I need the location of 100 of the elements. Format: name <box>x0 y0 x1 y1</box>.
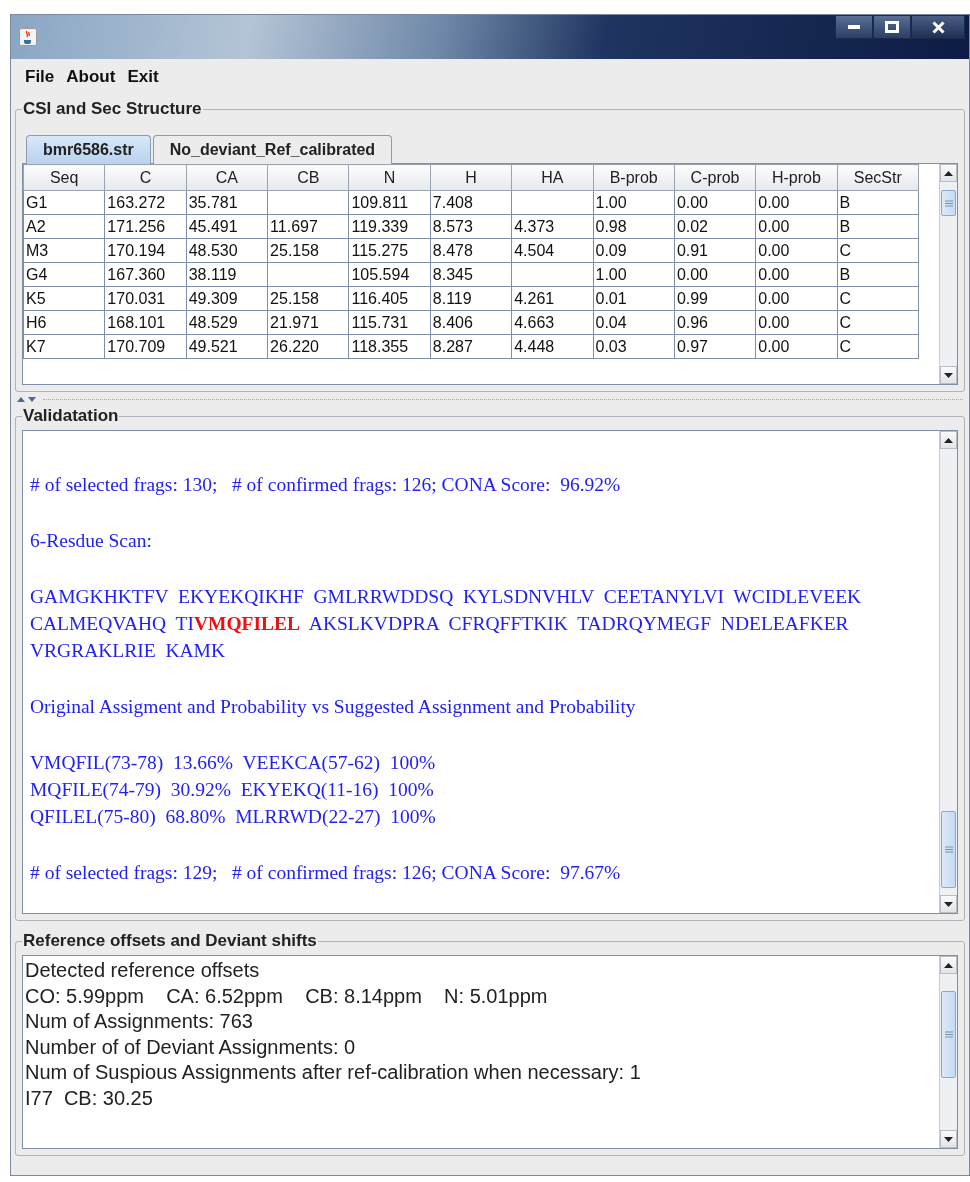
table-cell: 0.00 <box>674 262 756 287</box>
output-text: 6-Resdue Scan: <box>30 529 153 553</box>
up-arrow-icon <box>944 170 953 176</box>
up-arrow-icon <box>944 437 953 443</box>
app-icon <box>19 28 37 46</box>
output-line: Num of Assignments: 763 <box>25 1009 254 1035</box>
column-header[interactable]: Seq <box>23 164 105 191</box>
scrollbar[interactable] <box>939 431 957 913</box>
table-cell: 8.287 <box>430 334 512 359</box>
table-cell: H6 <box>23 310 105 335</box>
table-cell: 4.261 <box>511 286 593 311</box>
column-header[interactable]: CB <box>267 164 349 191</box>
scroll-down-button[interactable] <box>940 895 957 913</box>
table-cell: C <box>837 310 919 335</box>
table-cell: 21.971 <box>267 310 349 335</box>
table-cell: 0.03 <box>593 334 675 359</box>
scrollbar[interactable] <box>939 164 957 384</box>
scrollbar-thumb[interactable] <box>941 190 956 216</box>
table-cell: 0.02 <box>674 214 756 239</box>
minimize-button[interactable] <box>835 15 873 39</box>
table-cell: 8.478 <box>430 238 512 263</box>
tab[interactable]: bmr6586.str <box>26 135 151 164</box>
table-cell: 8.345 <box>430 262 512 287</box>
scroll-down-button[interactable] <box>940 1130 957 1148</box>
table-cell: 0.96 <box>674 310 756 335</box>
table-cell: 49.521 <box>186 334 268 359</box>
table-cell: 45.491 <box>186 214 268 239</box>
menu-item[interactable]: Exit <box>123 65 163 89</box>
table-cell: 0.04 <box>593 310 675 335</box>
table-cell: 0.00 <box>755 214 838 239</box>
scrollbar-thumb[interactable] <box>941 991 956 1078</box>
minimize-icon <box>848 25 860 29</box>
maximize-icon <box>885 21 899 33</box>
scroll-up-button[interactable] <box>940 431 957 449</box>
table-cell: 118.355 <box>348 334 431 359</box>
table-cell: B <box>837 214 919 239</box>
output-line: Number of of Deviant Assignments: 0 <box>25 1034 357 1060</box>
table-cell: 48.530 <box>186 238 268 263</box>
table-cell: 115.275 <box>348 238 431 263</box>
close-button[interactable] <box>911 15 965 39</box>
grip-icon <box>944 846 953 853</box>
output-text: VMQFIL(73-78) 13.66% VEEKCA(57-62) 100% MQFILE(74-79) 30.92% EKYEKQ(11-16) 100% QFILEL(75-80) 68.80% MLRRWD(22-27) 100% <box>30 751 437 829</box>
down-arrow-icon <box>944 1136 953 1142</box>
output-line: Num of Suspious Assignments after ref-calibration when necessary: 1 <box>25 1060 642 1086</box>
table-cell: 25.158 <box>267 286 349 311</box>
table-cell: 8.406 <box>430 310 512 335</box>
column-header[interactable]: C-prob <box>674 164 756 191</box>
table-cell: 0.00 <box>755 334 838 359</box>
column-header[interactable]: HA <box>511 164 593 191</box>
table-cell: B <box>837 262 919 287</box>
column-header[interactable]: SecStr <box>837 164 919 191</box>
table-cell: 170.031 <box>104 286 187 311</box>
split-arrows-icon[interactable] <box>17 395 37 403</box>
down-arrow-icon <box>944 372 953 378</box>
up-arrow-icon <box>944 962 953 968</box>
maximize-button[interactable] <box>873 15 911 39</box>
scrollbar[interactable] <box>939 956 957 1148</box>
table-cell: G4 <box>23 262 105 287</box>
scroll-down-button[interactable] <box>940 366 957 384</box>
table-cell: 167.360 <box>104 262 187 287</box>
table-cell: 7.408 <box>430 190 512 215</box>
output-text: # of selected frags: 129; # of confirmed frags: 126; CONA Score: 97.67% <box>30 861 622 885</box>
down-arrow-icon <box>944 901 953 907</box>
output-line: CO: 5.99ppm CA: 6.52ppm CB: 8.14ppm N: 5.01ppm <box>25 983 549 1009</box>
panel-title: Validatation <box>22 406 120 426</box>
table-cell: 8.119 <box>430 286 512 311</box>
menu-item[interactable]: File <box>21 65 59 89</box>
table-cell: M3 <box>23 238 105 263</box>
column-header[interactable]: H <box>430 164 512 191</box>
table-cell: 0.00 <box>755 286 838 311</box>
column-header[interactable]: CA <box>186 164 268 191</box>
table-cell: 115.731 <box>348 310 431 335</box>
menu-item[interactable]: About <box>62 65 120 89</box>
panel-title: Reference offsets and Deviant shifts <box>22 931 318 951</box>
table-cell: 0.00 <box>755 238 838 263</box>
table-cell: 109.811 <box>348 190 431 215</box>
column-header[interactable]: B-prob <box>593 164 675 191</box>
column-header[interactable]: N <box>348 164 431 191</box>
scroll-up-button[interactable] <box>940 164 957 182</box>
table-cell: B <box>837 190 919 215</box>
column-header[interactable]: H-prob <box>755 164 838 191</box>
table-cell: 11.697 <box>267 214 349 239</box>
grip-icon <box>944 1031 953 1038</box>
table-cell: C <box>837 238 919 263</box>
table-cell: 8.573 <box>430 214 512 239</box>
scrollbar-thumb[interactable] <box>941 811 956 888</box>
table-cell: 0.91 <box>674 238 756 263</box>
output-text: Original Assigment and Probability vs Suggested Assignment and Probability <box>30 695 637 719</box>
table-cell: A2 <box>23 214 105 239</box>
table-cell: 0.98 <box>593 214 675 239</box>
table-cell: 170.194 <box>104 238 187 263</box>
table-cell: 170.709 <box>104 334 187 359</box>
scroll-up-button[interactable] <box>940 956 957 974</box>
tab[interactable]: No_deviant_Ref_calibrated <box>152 135 393 164</box>
table-cell: 1.00 <box>593 262 675 287</box>
output-line: Detected reference offsets <box>25 958 261 983</box>
output-text: # of selected frags: 130; # of confirmed frags: 126; CONA Score: 96.92% <box>30 473 622 497</box>
table-cell: 26.220 <box>267 334 349 359</box>
column-header[interactable]: C <box>104 164 187 191</box>
table-cell: 0.01 <box>593 286 675 311</box>
